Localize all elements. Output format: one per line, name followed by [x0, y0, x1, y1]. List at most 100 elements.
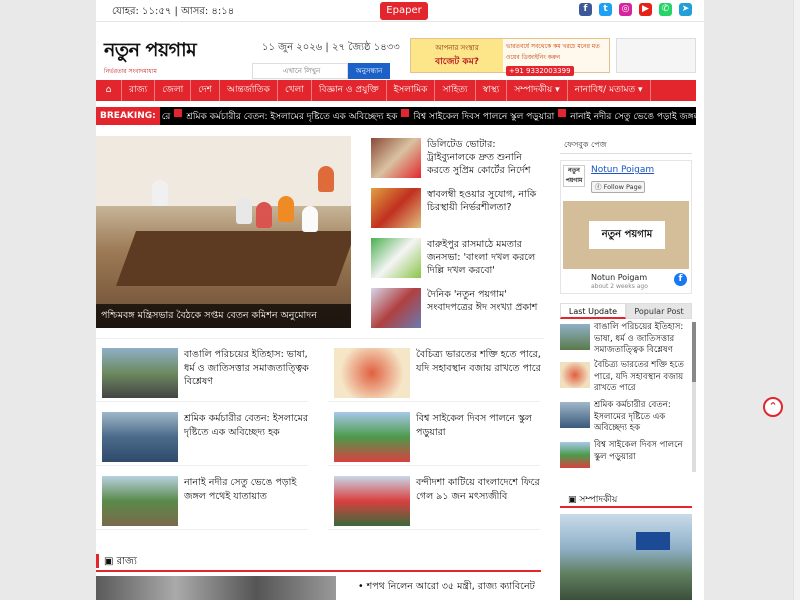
side-story[interactable]: স্বাবলম্বী হওয়ার সুযোগ, নাকি চিরস্থায়ী…	[371, 188, 543, 238]
fb-post-name[interactable]: Notun Poigam	[591, 273, 647, 282]
story-thumbnail	[560, 362, 590, 388]
story-title[interactable]: ডিলিটেড ভোটার: ট্রাইব্যুনালকে দ্রুত শুনা…	[427, 138, 543, 177]
nav-item-desh[interactable]: দেশ	[191, 80, 220, 101]
breaking-label: BREAKING:	[96, 107, 160, 125]
ticker-item[interactable]: বিশ্ব সাইকেল দিবস পালনে স্কুল পড়ুয়ারা	[413, 109, 554, 124]
story-title[interactable]: দৈনিক 'নতুন পয়গাম' সংবাদপত্রের ঈদ সংখ্য…	[427, 288, 543, 314]
nav-item-misc[interactable]: নানাবিধ/ মতামত ▾	[568, 80, 651, 101]
logo-text: নতুন পয়গাম	[104, 39, 197, 61]
facebook-widget[interactable]: নতুন পয়গাম Notun Poigam ⓕ Follow Page নত…	[560, 160, 692, 294]
lead-story[interactable]: পশ্চিমবঙ্গ মন্ত্রিসভার বৈঠকে সপ্তম বেতন …	[96, 136, 351, 328]
nav-item-science[interactable]: বিজ্ঞান ও প্রযুক্তি	[312, 80, 387, 101]
youtube-icon[interactable]: ▶	[639, 3, 652, 16]
story-thumbnail	[371, 188, 421, 228]
nav-item-literature[interactable]: সাহিত্য	[435, 80, 476, 101]
home-icon[interactable]: ⌂	[96, 80, 122, 101]
story-title[interactable]: বাঙালি পরিচয়ের ইতিহাস: ভাষা, ধর্ম ও জাত…	[184, 348, 309, 389]
lead-image-person	[318, 166, 334, 192]
lead-image-person	[152, 180, 168, 206]
latest-item[interactable]: বাঙালি পরিচয়ের ইতিহাস: ভাষা, ধর্ম ও জাত…	[560, 322, 688, 360]
facebook-icon[interactable]: f	[579, 3, 592, 16]
story-title[interactable]: বৈচিত্র্য ভারতের শক্তি হতে পারে, যদি সহা…	[594, 360, 688, 395]
tab-last-update[interactable]: Last Update	[560, 303, 626, 319]
browser-scrollbar[interactable]	[793, 0, 800, 600]
lead-caption[interactable]: পশ্চিমবঙ্গ মন্ত্রিসভার বৈঠকে সপ্তম বেতন …	[96, 304, 351, 328]
editorial-image[interactable]	[560, 514, 692, 600]
epaper-button[interactable]: Epaper	[380, 2, 428, 20]
story-title[interactable]: • শপথ নিলেন আরো ৩৫ মন্ত্রী, রাজ্য ক্যাবি…	[358, 580, 535, 595]
grid-story[interactable]: বিশ্ব সাইকেল দিবস পালনে স্কুল পড়ুয়ারা	[328, 410, 540, 466]
lead-image-table	[115, 231, 351, 286]
nav-item-health[interactable]: স্বাস্থ্য	[476, 80, 508, 101]
story-thumbnail	[371, 288, 421, 328]
editorial-image-sign	[636, 532, 670, 550]
nav-item-rajya[interactable]: রাজ্য	[122, 80, 156, 101]
story-title[interactable]: বিশ্ব সাইকেল দিবস পালনে স্কুল পড়ুয়ারা	[594, 440, 688, 463]
story-title[interactable]: বাঙালি পরিচয়ের ইতিহাস: ভাষা, ধর্ম ও জাত…	[594, 322, 688, 357]
social-links: f t ◎ ▶ ✆ ➤	[579, 3, 692, 16]
nav-item-sports[interactable]: খেলা	[278, 80, 312, 101]
side-story[interactable]: দৈনিক 'নতুন পয়গাম' সংবাদপত্রের ঈদ সংখ্য…	[371, 288, 543, 338]
side-story[interactable]: বারুইপুর রাসমাঠে মমতার জনসভা: 'বাংলা দখল…	[371, 238, 543, 288]
facebook-icon[interactable]: f	[674, 273, 687, 286]
story-title[interactable]: বারুইপুর রাসমাঠে মমতার জনসভা: 'বাংলা দখল…	[427, 238, 543, 277]
section-divider	[96, 338, 544, 339]
grid-story[interactable]: শ্রমিক কর্মচারীর বেতন: ইসলামের দৃষ্টিতে …	[96, 410, 308, 466]
news-page: যোহর: ১১:৫৭ | আসর: ৪:১৪ Epaper f t ◎ ▶ ✆…	[96, 0, 704, 600]
advertisement-banner[interactable]: আপনার সংস্থার বাজেট কম? ভারতবর্ষে সবথেকে…	[410, 38, 610, 76]
story-thumbnail	[102, 476, 178, 526]
story-title[interactable]: বৈচিত্র্য ভারতের শক্তি হতে পারে, যদি সহা…	[416, 348, 541, 375]
twitter-icon[interactable]: t	[599, 3, 612, 16]
ticker-item[interactable]: শ্রমিক কর্মচারীর বেতন: ইসলামের দৃষ্টিতে …	[186, 109, 397, 124]
story-title[interactable]: শ্রমিক কর্মচারীর বেতন: ইসলামের দৃষ্টিতে …	[184, 412, 309, 439]
fb-cover-image: নতুন পয়গাম	[563, 201, 689, 269]
story-title[interactable]: নানাই নদীর সেতু ভেঙে পড়াই জঙ্গল পথেই যা…	[184, 476, 309, 503]
latest-item[interactable]: শ্রমিক কর্মচারীর বেতন: ইসলামের দৃষ্টিতে …	[560, 400, 688, 438]
grid-story[interactable]: নানাই নদীর সেতু ভেঙে পড়াই জঙ্গল পথেই যা…	[96, 474, 308, 530]
story-thumbnail	[102, 348, 178, 398]
site-logo[interactable]: নতুন পয়গাম নির্ভরতার সংবাদমাধ্যম	[104, 36, 234, 75]
story-thumbnail	[334, 476, 410, 526]
grid-story[interactable]: বাঙালি পরিচয়ের ইতিহাস: ভাষা, ধর্ম ও জাত…	[96, 346, 309, 402]
fb-follow-button[interactable]: ⓕ Follow Page	[591, 181, 645, 193]
ad-phone: +91 9332003399	[506, 66, 574, 76]
side-story[interactable]: ডিলিটেড ভোটার: ট্রাইব্যুনালকে দ্রুত শুনা…	[371, 138, 543, 188]
scroll-to-top-button[interactable]: ⌃	[763, 397, 783, 417]
grid-story[interactable]: বন্দীদশা কাটিয়ে বাংলাদেশে ফিরে গেল ৯১ জ…	[328, 474, 540, 530]
story-title[interactable]: বন্দীদশা কাটিয়ে বাংলাদেশে ফিরে গেল ৯১ জ…	[416, 476, 541, 503]
fb-post-time: about 2 weeks ago	[591, 283, 648, 290]
ad-right: ভারতবর্ষে সবথেকে কম খরচে মনের মত ওয়েব ড…	[503, 39, 609, 76]
fb-page-avatar[interactable]: নতুন পয়গাম	[563, 165, 585, 187]
section-title[interactable]: ▣ রাজ্য	[104, 554, 137, 571]
search-button[interactable]: অনুসন্ধান	[348, 63, 390, 79]
ticker-item[interactable]: নানাই নদীর সেতু ভেঙে পড়াই জঙ্গল পথেই যা…	[570, 109, 696, 124]
search-input[interactable]	[252, 63, 348, 79]
ticker-item[interactable]: রে	[162, 109, 171, 124]
rajya-lead-image[interactable]	[96, 576, 336, 600]
sidebar-tabs: Last Update Popular Post	[560, 303, 692, 319]
story-title[interactable]: বিশ্ব সাইকেল দিবস পালনে স্কুল পড়ুয়ারা	[416, 412, 541, 439]
lead-image-person	[256, 202, 272, 228]
nav-item-editorial[interactable]: সম্পাদকীয় ▾	[507, 80, 568, 101]
story-title[interactable]: স্বাবলম্বী হওয়ার সুযোগ, নাকি চিরস্থায়ী…	[427, 188, 543, 214]
fb-cover-text: নতুন পয়গাম	[589, 221, 665, 249]
whatsapp-icon[interactable]: ✆	[659, 3, 672, 16]
instagram-icon[interactable]: ◎	[619, 3, 632, 16]
section-title[interactable]: ▣ সম্পাদকীয়	[568, 492, 617, 507]
telegram-icon[interactable]: ➤	[679, 3, 692, 16]
advertisement-image[interactable]	[616, 38, 696, 73]
latest-item[interactable]: বিশ্ব সাইকেল দিবস পালনে স্কুল পড়ুয়ারা	[560, 440, 688, 478]
ad-left-line1: আপনার সংস্থার	[435, 44, 479, 52]
latest-scrollbar-thumb[interactable]	[692, 322, 696, 382]
story-title[interactable]: শ্রমিক কর্মচারীর বেতন: ইসলামের দৃষ্টিতে …	[594, 400, 688, 435]
nav-item-jela[interactable]: জেলা	[155, 80, 192, 101]
nav-item-international[interactable]: আন্তর্জাতিক	[220, 80, 278, 101]
tab-popular-post[interactable]: Popular Post	[626, 303, 692, 319]
top-bar: যোহর: ১১:৫৭ | আসর: ৪:১৪ Epaper f t ◎ ▶ ✆…	[96, 0, 704, 22]
latest-item[interactable]: বৈচিত্র্য ভারতের শক্তি হতে পারে, যদি সহা…	[560, 360, 688, 398]
fb-page-name[interactable]: Notun Poigam	[591, 165, 654, 175]
rajya-first-title: শপথ নিলেন আরো ৩৫ মন্ত্রী, রাজ্য ক্যাবিনে…	[366, 581, 535, 592]
breaking-ticker: BREAKING: রে শ্রমিক কর্মচারীর বেতন: ইসলা…	[96, 107, 696, 125]
nav-item-islamic[interactable]: ইসলামিক	[387, 80, 436, 101]
grid-story[interactable]: বৈচিত্র্য ভারতের শক্তি হতে পারে, যদি সহা…	[328, 346, 541, 402]
